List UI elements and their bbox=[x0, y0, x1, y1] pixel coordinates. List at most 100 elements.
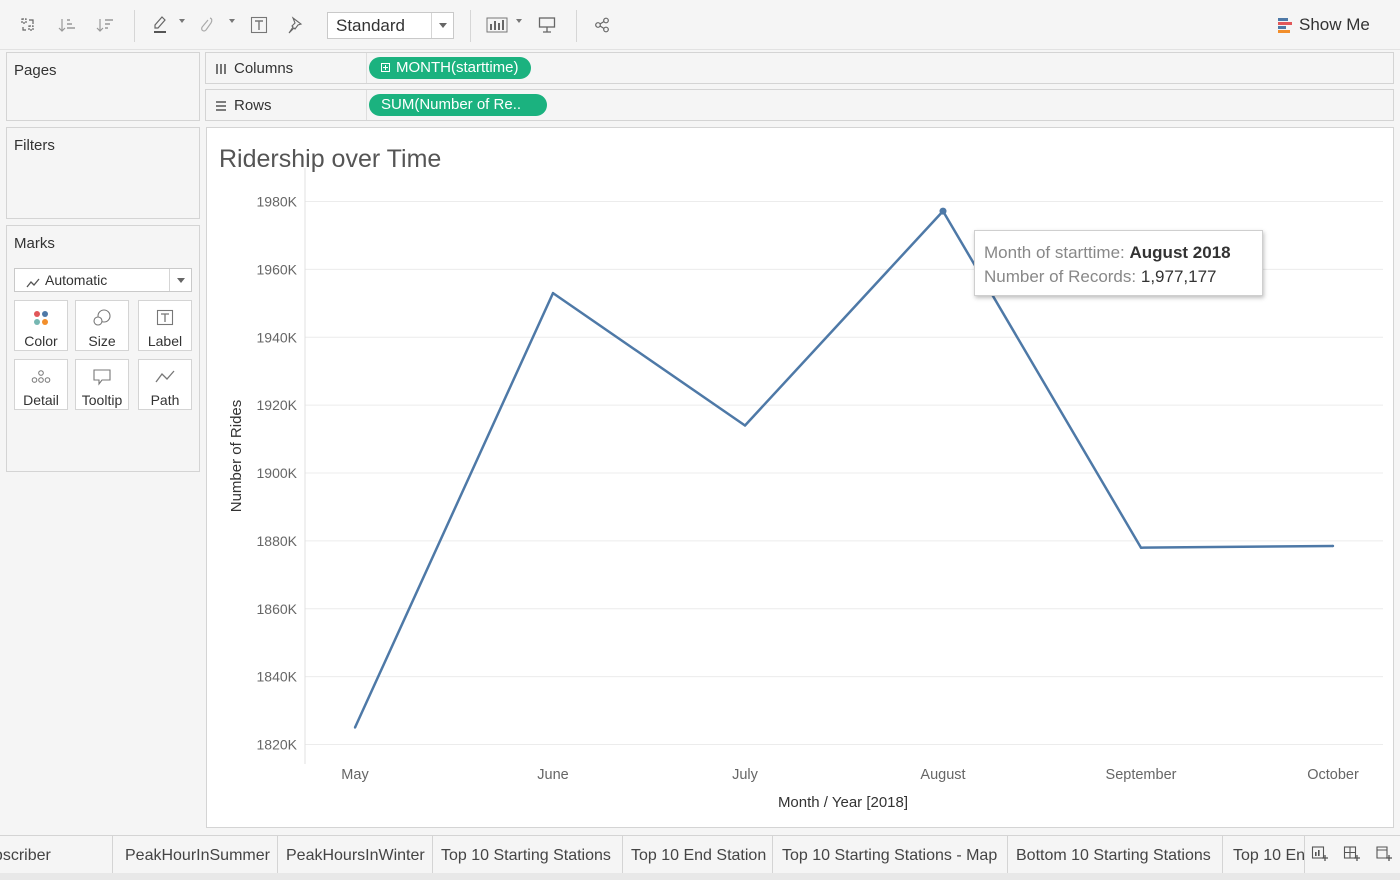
size-card[interactable]: Size bbox=[75, 300, 129, 351]
new-worksheet-icon[interactable] bbox=[1311, 845, 1331, 865]
sheet-tab-label: Top 10 Starting Stations - Map bbox=[782, 847, 998, 864]
data-point bbox=[1331, 544, 1335, 548]
color-icon bbox=[15, 308, 67, 328]
y-tick-label: 1860K bbox=[257, 601, 298, 617]
sheet-tab-label: Top 10 End Stations - Map bbox=[1233, 847, 1306, 864]
detail-icon bbox=[15, 367, 67, 387]
annotate-dropdown-caret[interactable] bbox=[229, 19, 235, 23]
show-me-button[interactable]: Show Me bbox=[1278, 14, 1370, 36]
sheet-tab[interactable]: Top 10 Starting Stations - Map bbox=[773, 836, 1008, 873]
sort-descending-icon[interactable] bbox=[91, 12, 119, 38]
rows-pill-label: SUM(Number of Re.. bbox=[381, 96, 522, 113]
label-card[interactable]: Label bbox=[138, 300, 192, 351]
marks-panel-title: Marks bbox=[14, 235, 55, 252]
share-icon[interactable] bbox=[588, 12, 616, 38]
data-point bbox=[1139, 546, 1143, 549]
size-icon bbox=[76, 308, 128, 328]
label-icon bbox=[139, 308, 191, 328]
new-story-icon[interactable] bbox=[1375, 845, 1395, 865]
y-tick-label: 1940K bbox=[257, 329, 298, 345]
detail-card[interactable]: Detail bbox=[14, 359, 68, 410]
viz-area: Ridership over Time 1820K 1840K 1860K 1880K… bbox=[206, 127, 1394, 828]
swap-icon[interactable] bbox=[14, 12, 42, 38]
data-point bbox=[353, 726, 357, 729]
view-mode-select[interactable]: Standard bbox=[327, 12, 454, 39]
expand-icon[interactable] bbox=[381, 63, 390, 72]
x-tick-label: May bbox=[341, 767, 369, 783]
tooltip-month-value: August 2018 bbox=[1129, 243, 1231, 262]
filters-panel[interactable]: Filters bbox=[6, 127, 200, 219]
x-axis-title: Month / Year [2018] bbox=[778, 794, 908, 811]
presentation-icon[interactable] bbox=[533, 12, 561, 38]
highlight-dropdown-caret[interactable] bbox=[179, 19, 185, 23]
path-card[interactable]: Path bbox=[138, 359, 192, 410]
tooltip-row-records: Number of Records: 1,977,177 bbox=[984, 265, 1262, 289]
sheet-tab-label: Top 10 End Station bbox=[631, 847, 767, 864]
text-label-icon[interactable] bbox=[245, 12, 273, 38]
chart-icon[interactable] bbox=[483, 12, 511, 38]
status-strip bbox=[0, 873, 1400, 880]
x-tick-label: July bbox=[732, 767, 759, 783]
data-point bbox=[743, 424, 747, 427]
columns-shelf[interactable]: Columns MONTH(starttime) bbox=[205, 52, 1394, 84]
tooltip-card-label: Tooltip bbox=[81, 392, 123, 408]
sheet-tab[interactable]: PeakHoursInWinter bbox=[277, 836, 433, 873]
sheet-tab[interactable]: Bottom 10 Starting Stations bbox=[1007, 836, 1223, 873]
annotate-icon[interactable] bbox=[193, 12, 221, 38]
sheet-tab-label: CustomervsSubscriber bbox=[0, 847, 51, 864]
y-tick-label: 1880K bbox=[257, 533, 298, 549]
rows-shelf-label-area: Rows bbox=[206, 90, 367, 120]
tooltip-card[interactable]: Tooltip bbox=[75, 359, 129, 410]
columns-shelf-label: Columns bbox=[234, 60, 294, 77]
tooltip-records-value: 1,977,177 bbox=[1140, 267, 1217, 286]
sheet-tab[interactable]: Top 10 Starting Stations bbox=[432, 836, 623, 873]
filters-panel-title: Filters bbox=[14, 137, 55, 154]
toolbar-separator bbox=[470, 10, 471, 42]
highlight-icon[interactable] bbox=[146, 12, 174, 38]
sheet-tab[interactable]: CustomervsSubscriber bbox=[0, 836, 113, 873]
color-card-label: Color bbox=[24, 333, 58, 349]
rows-pill[interactable]: SUM(Number of Re.. bbox=[369, 94, 547, 116]
label-card-label: Label bbox=[147, 333, 183, 349]
rows-shelf[interactable]: Rows SUM(Number of Re.. bbox=[205, 89, 1394, 121]
pages-panel-title: Pages bbox=[14, 62, 57, 79]
sheet-tab[interactable]: PeakHourInSummer bbox=[116, 836, 278, 873]
sheet-tab[interactable]: Top 10 End Stations - Map bbox=[1224, 836, 1306, 873]
sheet-tab-label: Bottom 10 Starting Stations bbox=[1016, 847, 1211, 864]
sheet-tabs-bar: CustomervsSubscriber PeakHourInSummer Pe… bbox=[0, 835, 1400, 873]
chevron-down-icon[interactable] bbox=[169, 269, 191, 291]
sort-ascending-icon[interactable] bbox=[53, 12, 81, 38]
y-tick-label: 1960K bbox=[257, 261, 298, 277]
detail-card-label: Detail bbox=[23, 392, 59, 408]
data-point bbox=[939, 207, 947, 215]
marks-panel: Marks Automatic Color Size Label Detail bbox=[6, 225, 200, 472]
y-axis-title: Number of Rides bbox=[228, 400, 245, 513]
mark-type-select[interactable]: Automatic bbox=[14, 268, 192, 292]
pin-icon[interactable] bbox=[281, 12, 309, 38]
data-point bbox=[551, 291, 555, 295]
sheet-tab[interactable]: Top 10 End Station bbox=[622, 836, 773, 873]
sheet-tab-actions bbox=[1304, 836, 1400, 873]
toolbar-separator bbox=[576, 10, 577, 42]
chart-dropdown-caret[interactable] bbox=[516, 19, 522, 23]
new-dashboard-icon[interactable] bbox=[1343, 845, 1363, 865]
rows-shelf-label: Rows bbox=[234, 97, 272, 114]
path-icon bbox=[139, 367, 191, 387]
chevron-down-icon[interactable] bbox=[431, 13, 453, 38]
y-tick-label: 1820K bbox=[257, 737, 298, 753]
color-card[interactable]: Color bbox=[14, 300, 68, 351]
toolbar: Standard Show Me bbox=[0, 0, 1400, 50]
tooltip-icon bbox=[76, 367, 128, 387]
sheet-tab-label: PeakHourInSummer bbox=[125, 847, 270, 864]
x-tick-label: August bbox=[920, 767, 965, 783]
x-tick-label: October bbox=[1307, 767, 1359, 783]
x-tick-label: June bbox=[537, 767, 568, 783]
sheet-tab-label: Top 10 Starting Stations bbox=[441, 847, 611, 864]
tooltip-records-key: Number of Records: bbox=[984, 267, 1137, 286]
mark-type-value: Automatic bbox=[45, 272, 108, 288]
pages-panel[interactable]: Pages bbox=[6, 52, 200, 121]
toolbar-separator bbox=[134, 10, 135, 42]
y-tick-label: 1920K bbox=[257, 397, 298, 413]
columns-pill[interactable]: MONTH(starttime) bbox=[369, 57, 531, 79]
columns-pill-label: MONTH(starttime) bbox=[396, 59, 519, 76]
